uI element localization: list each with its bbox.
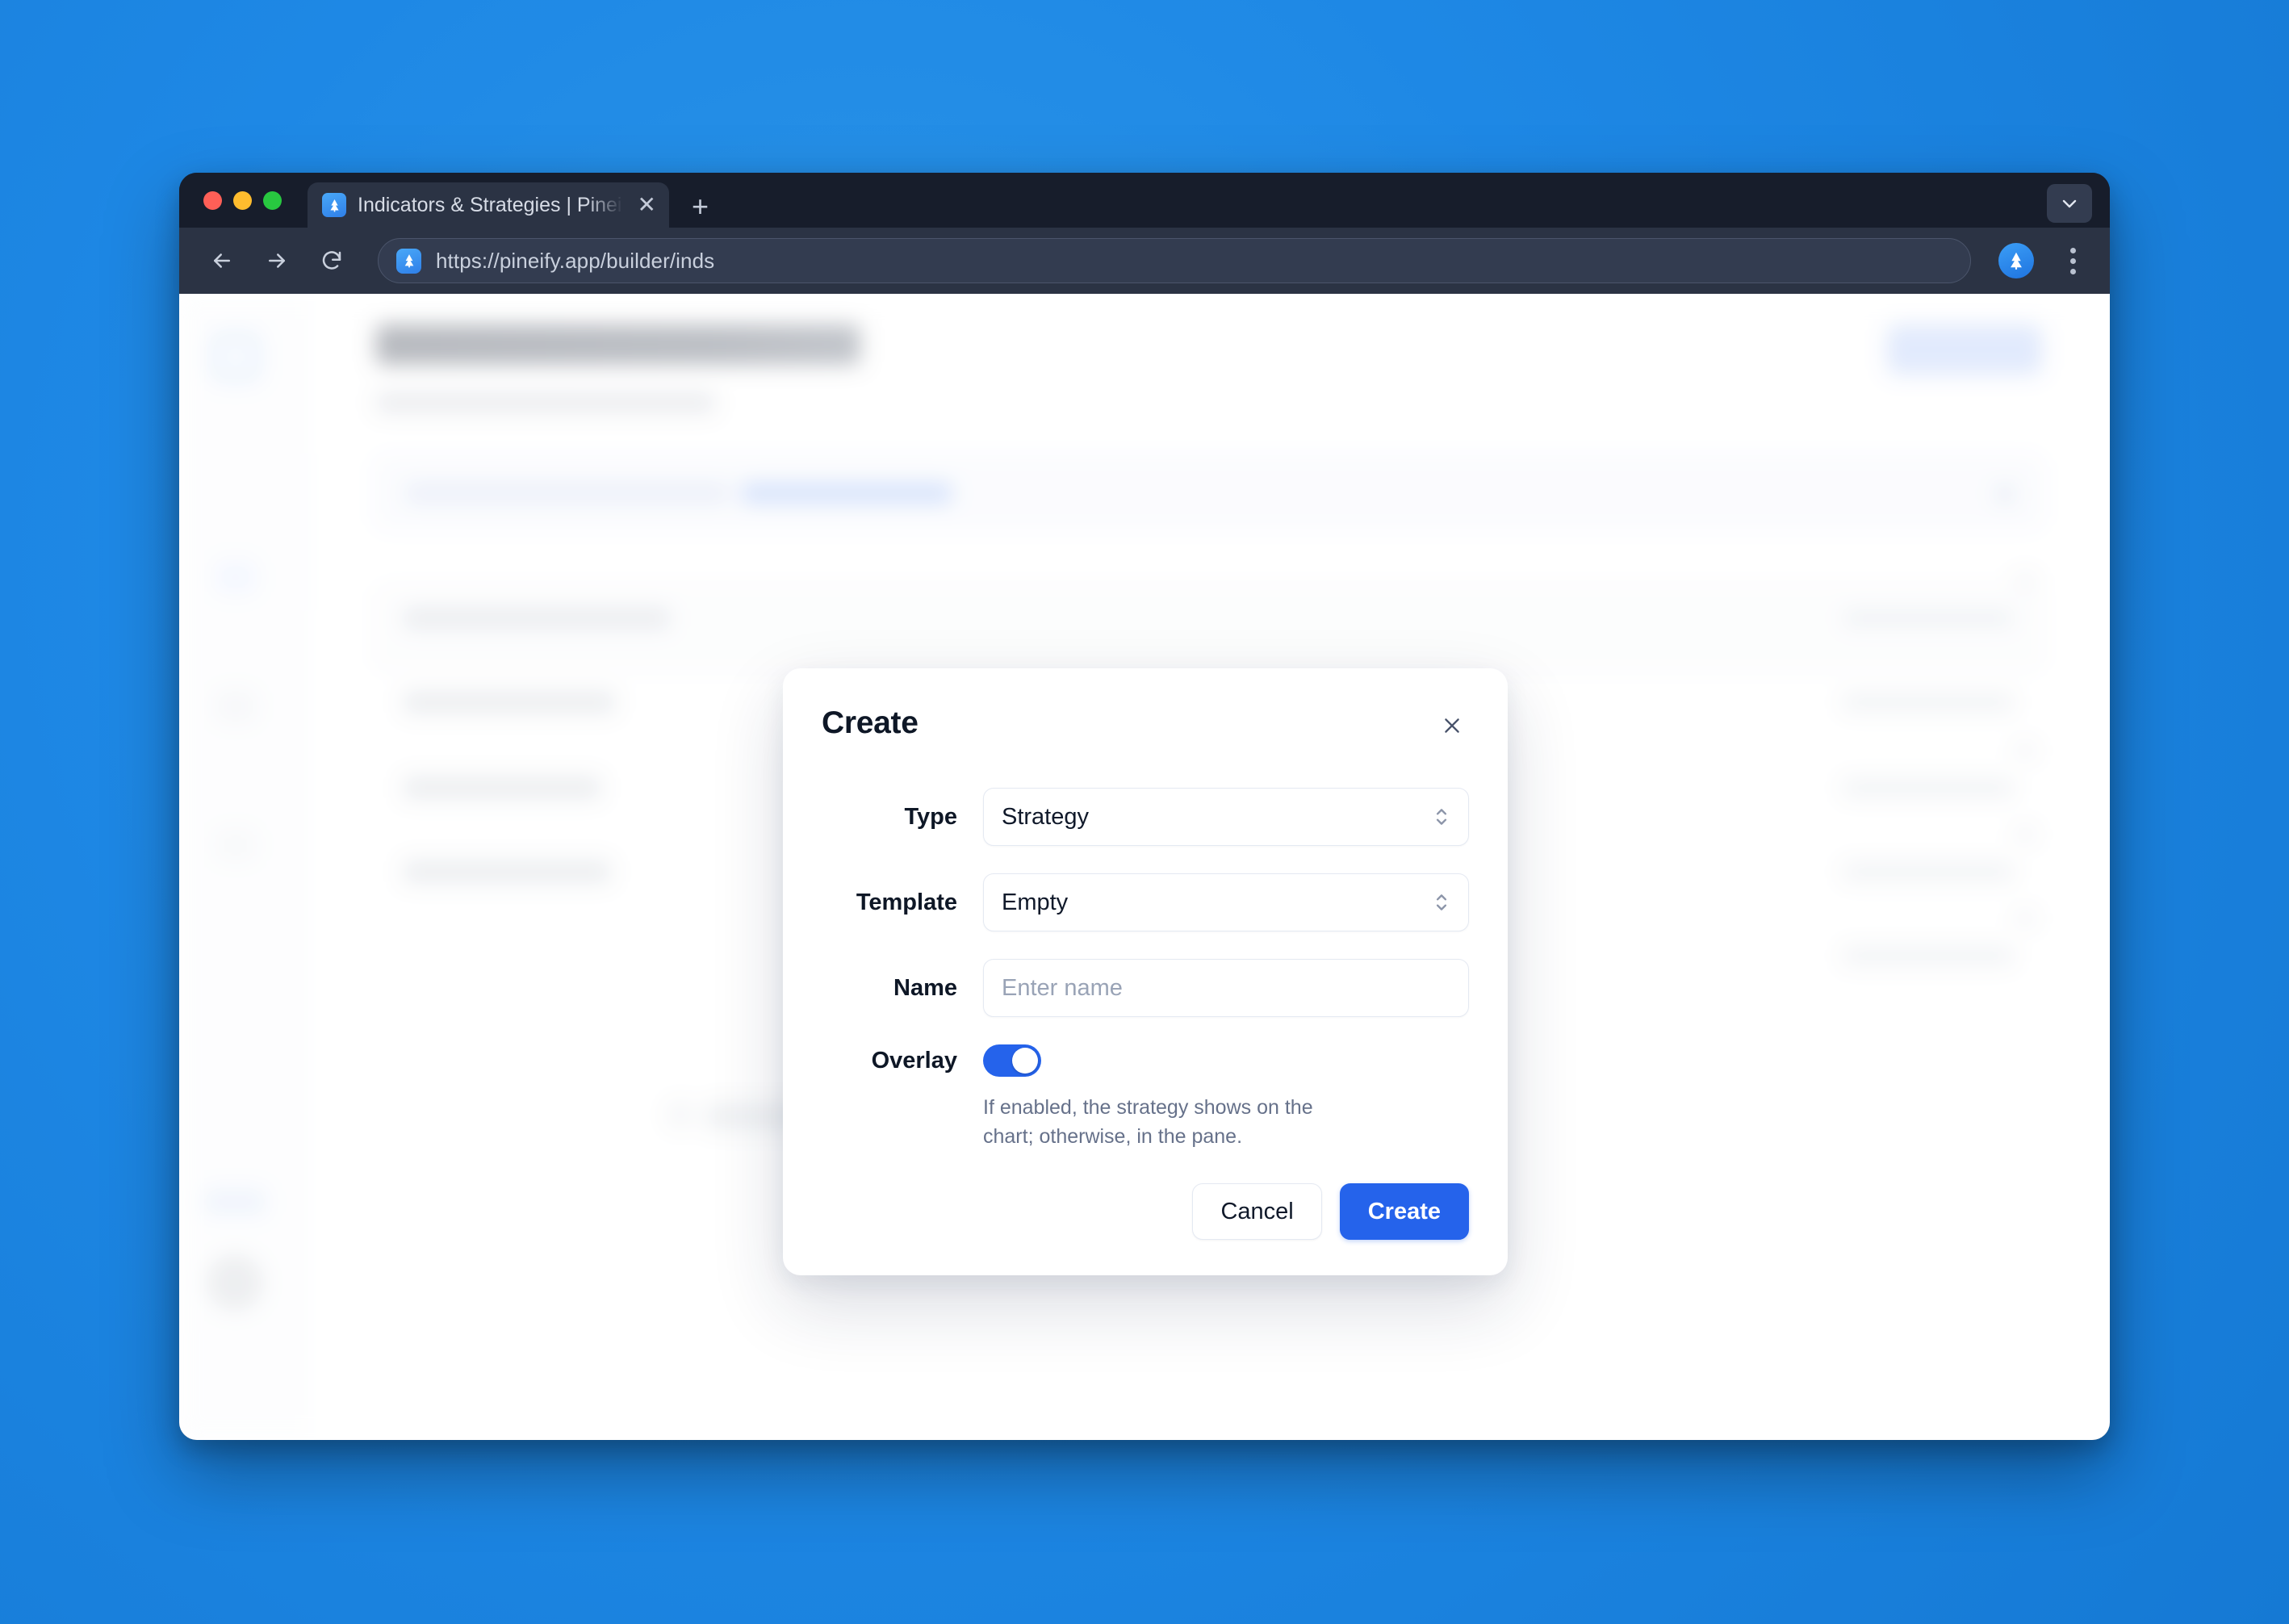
modal-actions: Cancel Create <box>822 1183 1469 1240</box>
close-icon[interactable] <box>1435 709 1469 743</box>
template-select-value: Empty <box>1002 889 1069 915</box>
toggle-knob <box>1012 1048 1038 1074</box>
type-control: Strategy <box>983 788 1469 846</box>
name-control: Enter name <box>983 959 1469 1017</box>
browser-toolbar: https://pineify.app/builder/inds <box>179 228 2110 294</box>
modal-title: Create <box>822 705 919 740</box>
browser-window: Indicators & Strategies | Pinei ✕ + http… <box>179 173 2110 1440</box>
type-label: Type <box>904 803 957 830</box>
create-button[interactable]: Create <box>1339 1183 1469 1240</box>
overlay-label: Overlay <box>871 1047 957 1074</box>
cancel-button[interactable]: Cancel <box>1192 1183 1322 1240</box>
name-input[interactable]: Enter name <box>983 959 1469 1017</box>
create-modal: Create Type Strategy Template Empty Name… <box>783 668 1508 1275</box>
template-select[interactable]: Empty <box>983 873 1469 931</box>
field-row-type: Type Strategy <box>822 788 1469 846</box>
url-text: https://pineify.app/builder/inds <box>436 248 715 273</box>
pine-tree-icon[interactable] <box>1998 243 2034 278</box>
pine-tree-icon <box>396 248 421 274</box>
url-bar[interactable]: https://pineify.app/builder/inds <box>378 238 1971 283</box>
overlay-toggle[interactable] <box>983 1044 1041 1077</box>
field-row-overlay: Overlay <box>822 1044 1469 1077</box>
type-select-value: Strategy <box>1002 803 1089 830</box>
chevron-up-down-icon <box>1433 803 1450 831</box>
overlay-control <box>983 1044 1469 1077</box>
name-input-placeholder: Enter name <box>1002 974 1123 1001</box>
chevron-down-icon[interactable] <box>2047 184 2092 223</box>
new-tab-button[interactable]: + <box>692 192 709 221</box>
type-select[interactable]: Strategy <box>983 788 1469 846</box>
kebab-menu-icon[interactable] <box>2055 247 2090 274</box>
overlay-hint: If enabled, the strategy shows on the ch… <box>983 1096 1313 1148</box>
template-label: Template <box>856 889 957 915</box>
close-icon[interactable]: ✕ <box>634 194 656 216</box>
browser-tab-strip: Indicators & Strategies | Pinei ✕ + <box>179 173 2110 228</box>
window-maximize-button[interactable] <box>263 190 282 210</box>
arrow-left-icon[interactable] <box>205 244 239 278</box>
pine-tree-icon <box>322 193 346 217</box>
reload-icon[interactable] <box>315 244 349 278</box>
browser-tab-title: Indicators & Strategies | Pinei <box>358 193 622 216</box>
window-minimize-button[interactable] <box>233 190 252 210</box>
name-label: Name <box>893 974 957 1001</box>
modal-header: Create <box>822 705 1469 743</box>
template-control: Empty <box>983 873 1469 931</box>
arrow-right-icon[interactable] <box>260 244 294 278</box>
field-row-name: Name Enter name <box>822 959 1469 1017</box>
browser-tab-active[interactable]: Indicators & Strategies | Pinei ✕ <box>308 182 669 228</box>
page-viewport: Create Type Strategy Template Empty Name… <box>179 294 2110 1440</box>
field-row-template: Template Empty <box>822 873 1469 931</box>
chevron-up-down-icon <box>1433 889 1450 916</box>
window-close-button[interactable] <box>203 190 222 210</box>
window-traffic-lights <box>197 173 290 228</box>
